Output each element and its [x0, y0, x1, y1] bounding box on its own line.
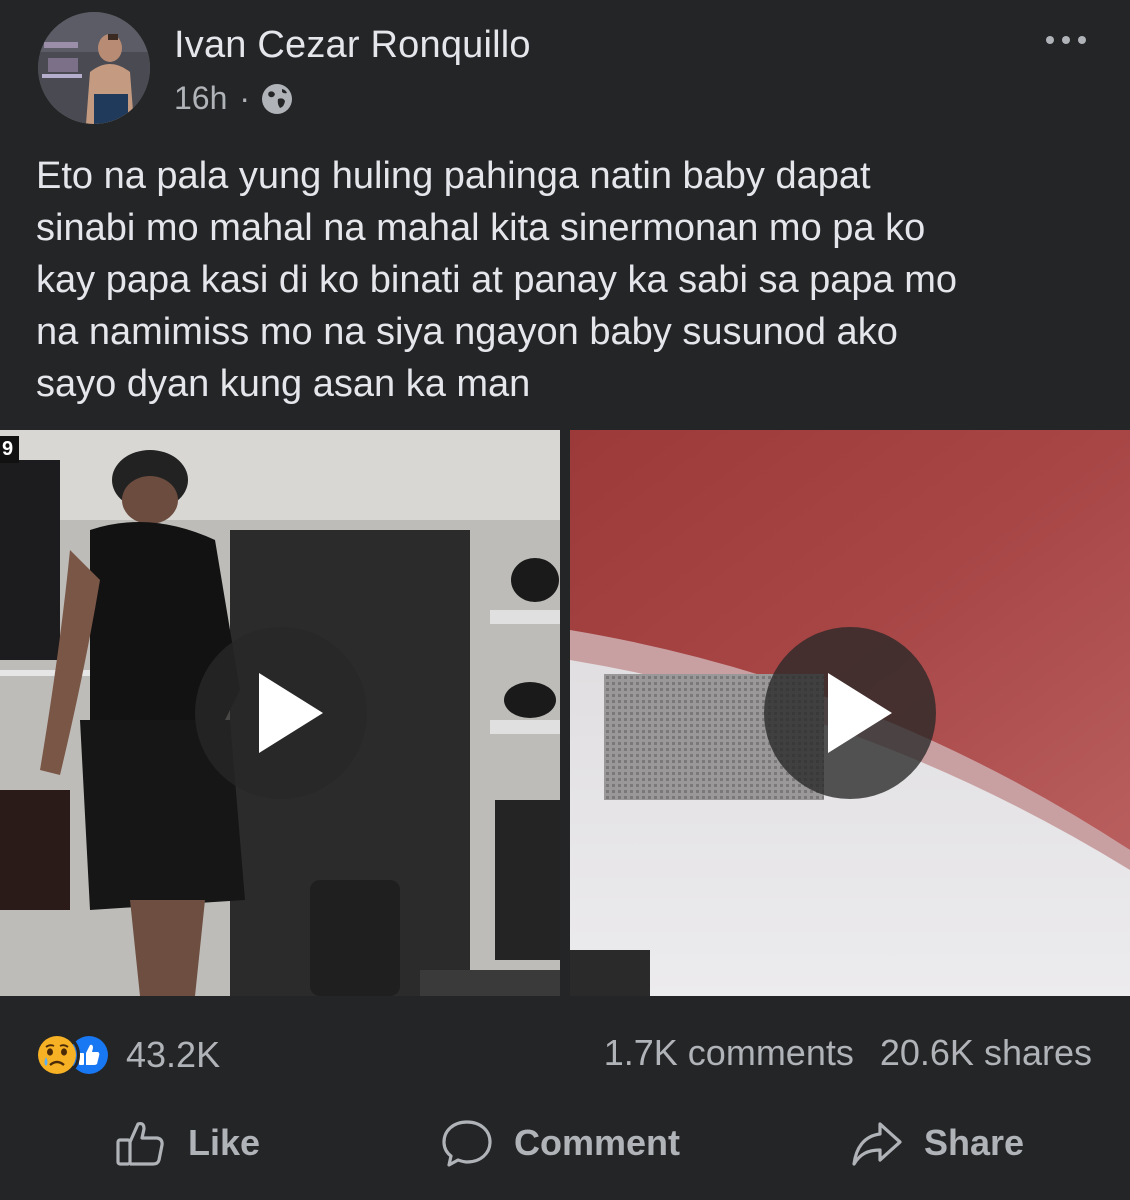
engagement-counts: 1.7K comments 20.6K shares [604, 1032, 1092, 1074]
share-button[interactable]: Share [848, 1114, 1024, 1172]
globe-icon[interactable] [260, 82, 294, 116]
sad-reaction-icon [34, 1032, 80, 1078]
share-arrow-icon [852, 1122, 902, 1166]
like-button[interactable]: Like [112, 1114, 260, 1172]
more-options-icon[interactable] [1042, 28, 1090, 52]
video-thumbnail-right[interactable] [570, 430, 1130, 996]
post-meta: 16h · [174, 80, 294, 117]
comment-label: Comment [514, 1122, 681, 1163]
post-actions: Like Comment Share [0, 1100, 1130, 1190]
thumbs-up-icon [116, 1121, 164, 1166]
meta-separator: · [239, 80, 251, 116]
play-icon[interactable] [764, 627, 936, 799]
comment-button[interactable]: Comment [438, 1114, 680, 1172]
post-header: Ivan Cezar Ronquillo 16h · [0, 0, 1130, 140]
author-avatar[interactable] [38, 12, 150, 124]
comments-count[interactable]: 1.7K comments [604, 1032, 854, 1074]
video-thumbnail-left[interactable]: 9 [0, 430, 560, 996]
post-text: Eto na pala yung huling pahinga natin ba… [36, 155, 958, 405]
share-label: Share [924, 1122, 1025, 1163]
avatar-image [38, 12, 150, 124]
play-icon[interactable] [195, 627, 367, 799]
shares-count[interactable]: 20.6K shares [880, 1032, 1092, 1074]
like-label: Like [188, 1122, 261, 1163]
post-time[interactable]: 16h [174, 80, 227, 117]
reactions-summary[interactable]: 43.2K [34, 1032, 220, 1078]
video-counter-badge: 9 [0, 436, 20, 463]
post-media: 9 [0, 430, 1130, 996]
author-name[interactable]: Ivan Cezar Ronquillo [174, 24, 531, 67]
post-stats: 43.2K 1.7K comments 20.6K shares [0, 1020, 1130, 1090]
comment-bubble-icon [442, 1120, 492, 1167]
reaction-count: 43.2K [126, 1034, 221, 1075]
facebook-post: Ivan Cezar Ronquillo 16h · Eto na pala y… [0, 0, 1130, 1200]
